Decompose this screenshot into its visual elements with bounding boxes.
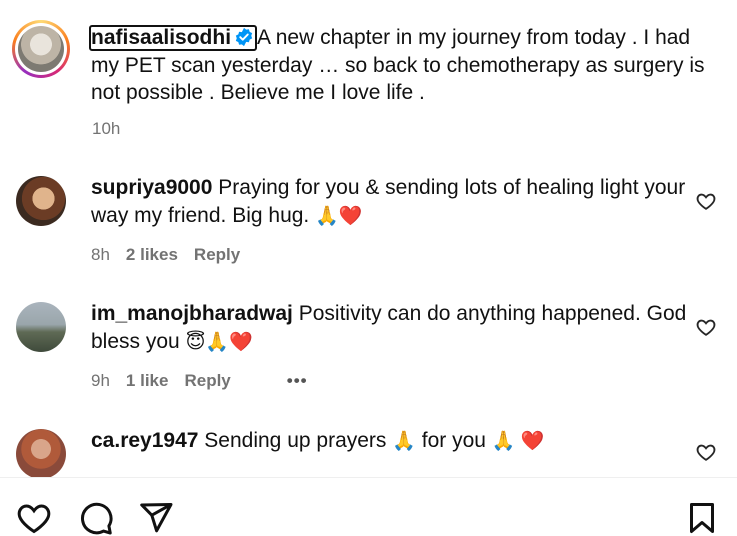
commenter-avatar[interactable]: [16, 302, 66, 352]
caption-text-block: nafisaalisodhi A new chapter in my journe…: [89, 24, 721, 107]
bookmark-icon[interactable]: [684, 500, 720, 536]
post-action-bar: [0, 477, 737, 535]
more-options-icon[interactable]: •••: [287, 371, 308, 390]
commenter-username[interactable]: supriya9000: [91, 176, 212, 199]
post-time: 10h: [92, 119, 121, 138]
commenter-avatar[interactable]: [16, 429, 66, 479]
comment-text: ca.rey1947 Sending up prayers 🙏 for you …: [91, 427, 691, 456]
comment-emojis: 🙏❤️: [315, 205, 363, 227]
like-heart-icon[interactable]: [695, 441, 717, 463]
comment-text: supriya9000 Praying for you & sending lo…: [91, 174, 691, 230]
comment-meta: 9h 1 like Reply •••: [91, 371, 324, 391]
commenter-username[interactable]: im_manojbharadwaj: [91, 302, 293, 325]
comment-body: for you: [421, 429, 486, 452]
like-heart-icon[interactable]: [695, 316, 717, 338]
comment-likes[interactable]: 1 like: [126, 371, 169, 390]
heart-icon[interactable]: [16, 500, 52, 536]
comment-time: 9h: [91, 371, 110, 390]
owner-avatar[interactable]: [12, 20, 70, 78]
owner-username[interactable]: nafisaalisodhi: [91, 26, 231, 49]
comment-meta: 8h 2 likes Reply: [91, 245, 256, 265]
comment-likes[interactable]: 2 likes: [126, 245, 178, 264]
comment-emojis: 🙏 ❤️: [491, 431, 545, 452]
comment-icon[interactable]: [78, 500, 114, 536]
comment-emoji: 🙏: [392, 431, 416, 452]
comment-emojis: 😇🙏❤️: [185, 331, 253, 353]
verified-badge-icon: [235, 27, 253, 47]
share-icon[interactable]: [138, 500, 174, 536]
comment-body: Sending up prayers: [204, 429, 387, 452]
comment-time: 8h: [91, 245, 110, 264]
commenter-avatar[interactable]: [16, 176, 66, 226]
reply-button[interactable]: Reply: [194, 245, 240, 264]
like-heart-icon[interactable]: [695, 190, 717, 212]
comment-text: im_manojbharadwaj Positivity can do anyt…: [91, 300, 691, 356]
owner-username-link[interactable]: nafisaalisodhi: [89, 25, 258, 51]
commenter-username[interactable]: ca.rey1947: [91, 429, 198, 452]
reply-button[interactable]: Reply: [184, 371, 230, 390]
